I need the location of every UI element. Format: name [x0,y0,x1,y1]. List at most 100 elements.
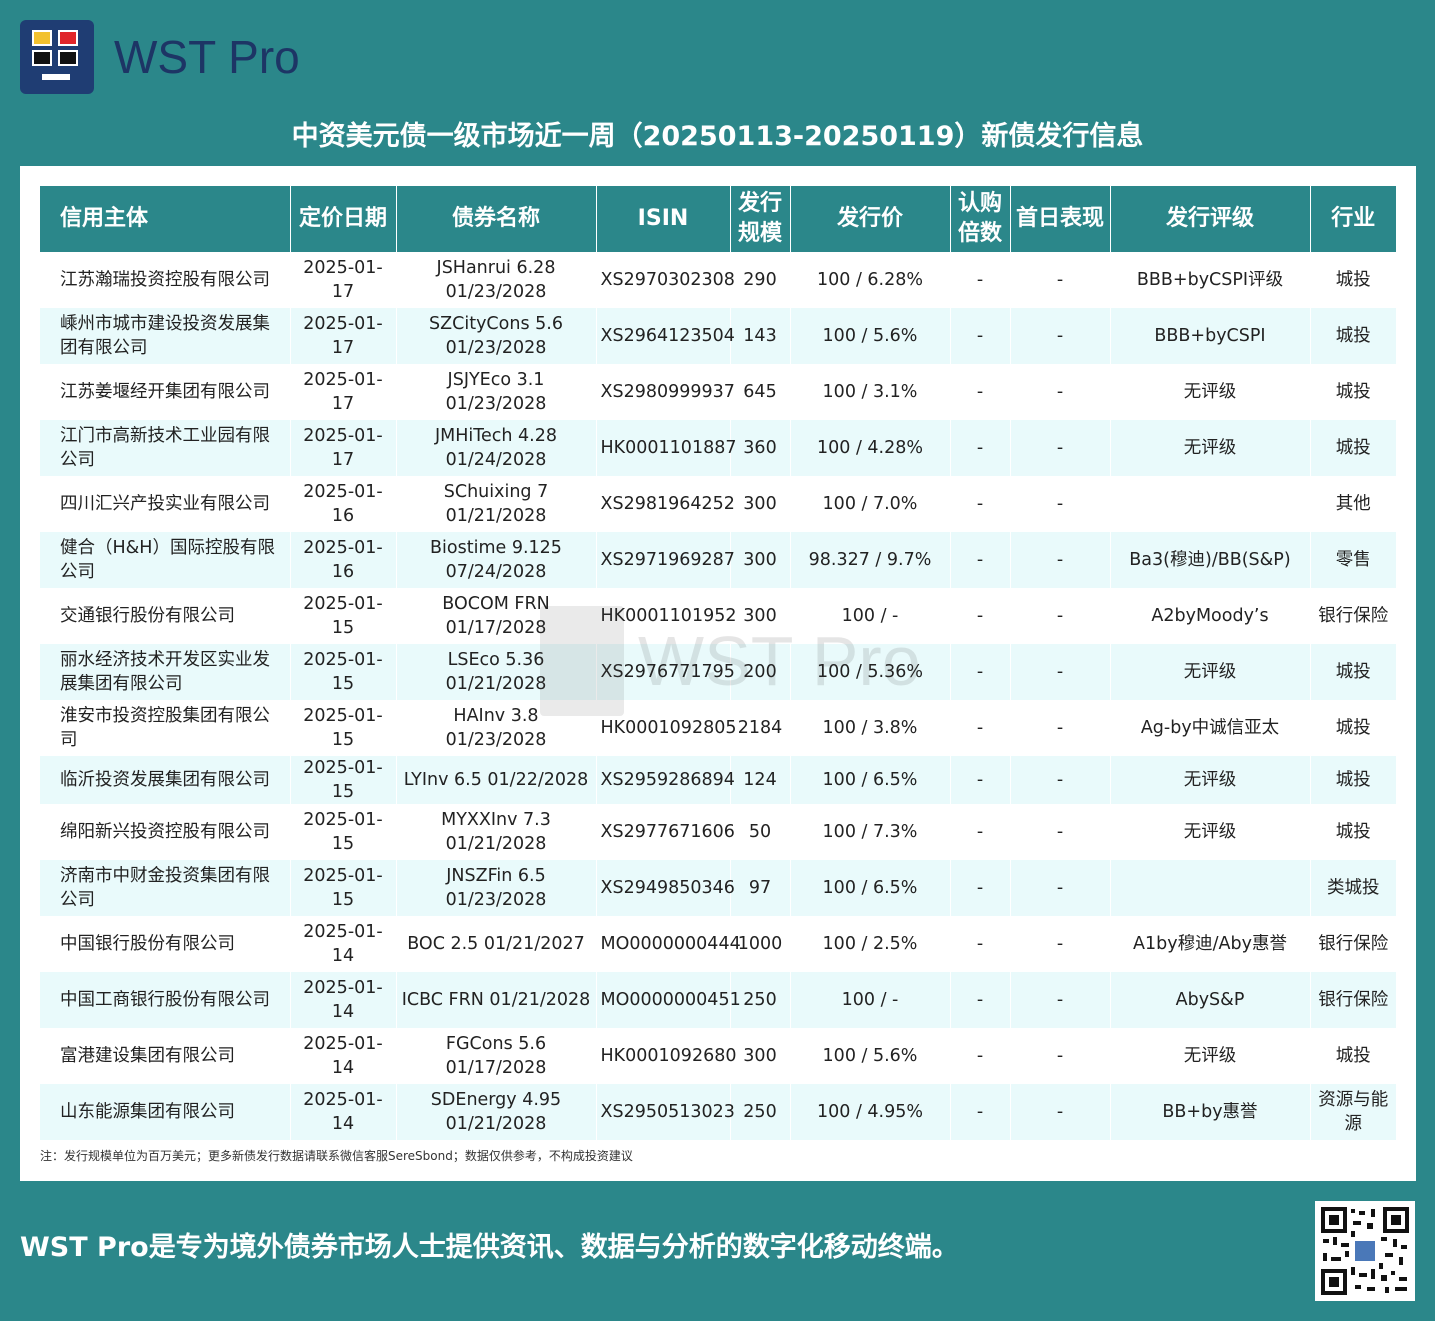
cell-date: 2025-01-15 [290,700,397,756]
cell-firstday: - [1010,804,1111,860]
cell-rating: AbyS&P [1110,972,1311,1028]
cell-bond-name: JNSZFin 6.5 01/23/2028 [396,860,597,916]
col-header-rating: 发行评级 [1110,186,1311,252]
cell-firstday: - [1010,364,1111,420]
cell-issuer: 绵阳新兴投资控股有限公司 [40,804,291,860]
cell-date: 2025-01-14 [290,916,397,972]
cell-date: 2025-01-16 [290,532,397,588]
cell-industry: 城投 [1310,420,1396,476]
cell-industry: 银行保险 [1310,972,1396,1028]
col-header-isin: ISIN [596,186,731,252]
table-row: 江苏姜堰经开集团有限公司 2025-01-17 JSJYEco 3.1 01/23/… [40,364,1396,420]
table-card: 信用主体 定价日期 债券名称 ISIN 发行 规模 发行价 认购 倍数 首日表现 发… [20,166,1416,1181]
cell-issuer: 淮安市投资控股集团有限公司 [40,700,291,756]
cell-bond-name: JSJYEco 3.1 01/23/2028 [396,364,597,420]
cell-issuer: 江苏瀚瑞投资控股有限公司 [40,252,291,308]
cell-rating: BBB+byCSPI [1110,308,1311,364]
cell-isin: XS2977671606 [596,804,735,860]
cell-price: 100 / 6.5% [790,860,951,916]
cell-bond-name: SDEnergy 4.95 01/21/2028 [396,1084,597,1140]
cell-firstday: - [1010,532,1111,588]
cell-size: 290 [730,252,791,308]
cell-price: 100 / 4.95% [790,1084,951,1140]
cell-price: 100 / 6.28% [790,252,951,308]
cell-date: 2025-01-17 [290,308,397,364]
cell-date: 2025-01-15 [290,588,397,644]
table-note: 注：发行规模单位为百万美元；更多新债发行数据请联系微信客服SereSbond；数… [40,1149,633,1163]
col-header-size: 发行 规模 [730,186,791,252]
cell-isin: HK0001092680 [596,1028,736,1084]
cell-subscription: - [950,308,1011,364]
cell-price: 100 / - [790,972,951,1028]
qr-code-icon [1315,1201,1415,1301]
cell-isin: HK0001101887 [596,420,736,476]
table-row: 嵊州市城市建设投资发展集团有限公司 2025-01-17 SZCityCons 5.… [40,308,1396,364]
cell-price: 100 / - [790,588,951,644]
cell-industry: 类城投 [1310,860,1396,916]
cell-rating [1110,860,1311,916]
cell-subscription: - [950,700,1011,756]
wst-logo-icon [20,20,94,94]
table-row: 淮安市投资控股集团有限公司 2025-01-15 HAInv 3.8 01/23/2… [40,700,1396,756]
cell-isin: XS2981964252 [596,476,735,532]
cell-rating [1110,476,1311,532]
cell-size: 645 [730,364,791,420]
cell-price: 100 / 3.8% [790,700,951,756]
cell-firstday: - [1010,1028,1111,1084]
cell-size: 200 [730,644,791,700]
cell-price: 100 / 7.3% [790,804,951,860]
cell-subscription: - [950,860,1011,916]
table-row: 富港建设集团有限公司 2025-01-14 FGCons 5.6 01/17/202… [40,1028,1396,1084]
cell-bond-name: BOC 2.5 01/21/2027 [396,916,597,972]
cell-firstday: - [1010,476,1111,532]
cell-date: 2025-01-14 [290,1084,397,1140]
cell-size: 300 [730,476,791,532]
cell-issuer: 江苏姜堰经开集团有限公司 [40,364,291,420]
cell-size: 97 [730,860,791,916]
cell-size: 50 [730,804,791,860]
cell-rating: 无评级 [1110,420,1311,476]
cell-date: 2025-01-15 [290,756,397,804]
cell-rating: 无评级 [1110,364,1311,420]
cell-isin: XS2971969287 [596,532,735,588]
cell-rating: 无评级 [1110,644,1311,700]
cell-size: 300 [730,588,791,644]
cell-issuer: 济南市中财金投资集团有限公司 [40,860,291,916]
cell-bond-name: FGCons 5.6 01/17/2028 [396,1028,597,1084]
cell-subscription: - [950,644,1011,700]
cell-subscription: - [950,1084,1011,1140]
table-row: 四川汇兴产投实业有限公司 2025-01-16 SChuixing 7 01/21/… [40,476,1396,532]
cell-price: 98.327 / 9.7% [790,532,951,588]
cell-date: 2025-01-15 [290,644,397,700]
cell-subscription: - [950,364,1011,420]
cell-firstday: - [1010,972,1111,1028]
cell-subscription: - [950,804,1011,860]
cell-industry: 银行保险 [1318,934,1389,954]
table-row: 绵阳新兴投资控股有限公司 2025-01-15 MYXXInv 7.3 01/21/… [40,804,1396,860]
cell-issuer: 嵊州市城市建设投资发展集团有限公司 [40,308,291,364]
cell-bond-name: BOCOM FRN 01/17/2028 [396,588,597,644]
col-header-subscription: 认购 倍数 [950,186,1011,252]
cell-subscription: - [950,252,1011,308]
col-header-date: 定价日期 [290,186,397,252]
cell-bond-name: SZCityCons 5.6 01/23/2028 [396,308,597,364]
cell-firstday: - [1010,756,1111,804]
cell-industry: 零售 [1310,532,1396,588]
cell-isin: MO0000000451 [596,972,741,1028]
cell-rating: Ba3(穆迪)/BB(S&P) [1110,532,1311,588]
cell-bond-name: SChuixing 7 01/21/2028 [396,476,597,532]
cell-bond-name: LSEco 5.36 01/21/2028 [396,644,597,700]
cell-isin: MO0000000444 [596,916,741,972]
cell-subscription: - [950,476,1011,532]
cell-subscription: - [950,972,1011,1028]
cell-isin: HK0001092805 [596,700,736,756]
cell-firstday: - [1010,644,1111,700]
cell-bond-name: Biostime 9.125 07/24/2028 [396,532,597,588]
cell-firstday: - [1010,588,1111,644]
cell-firstday: - [1010,308,1111,364]
cell-price: 100 / 5.6% [790,308,951,364]
cell-firstday: - [1010,1084,1111,1140]
cell-industry: 城投 [1310,644,1396,700]
cell-industry: 城投 [1335,1046,1371,1066]
cell-bond-name: HAInv 3.8 01/23/2028 [396,700,597,756]
